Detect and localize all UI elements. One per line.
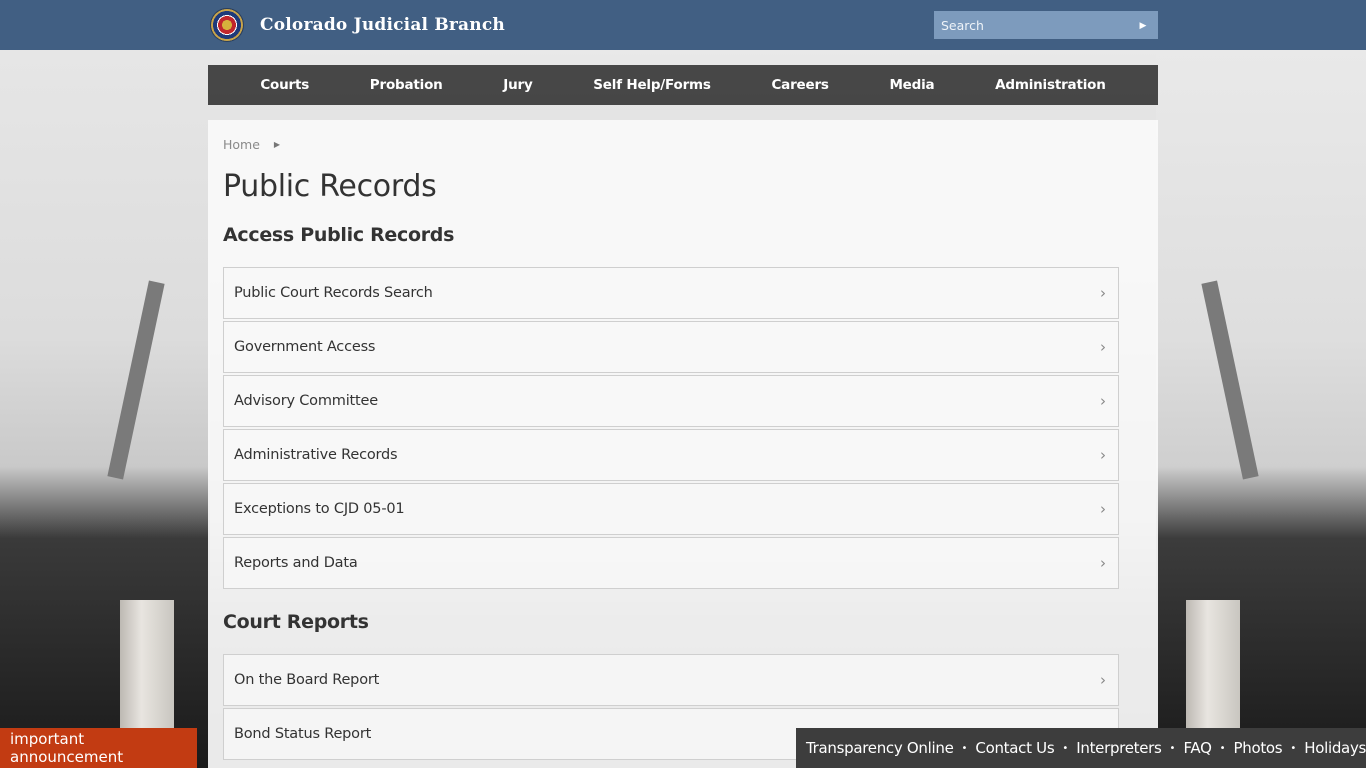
nav-item-careers[interactable]: Careers: [771, 77, 828, 93]
list-item-label: On the Board Report: [234, 672, 380, 688]
separator-dot: •: [1062, 742, 1069, 754]
search-form: ▶: [934, 11, 1158, 39]
nav-item-probation[interactable]: Probation: [370, 77, 443, 93]
footer-link-transparency-online[interactable]: Transparency Online: [806, 739, 954, 757]
footer-link-faq[interactable]: FAQ: [1183, 739, 1211, 757]
footer-link-interpreters[interactable]: Interpreters: [1076, 739, 1162, 757]
chevron-right-icon: ›: [1100, 338, 1106, 356]
separator-dot: •: [1290, 742, 1297, 754]
list-item-exceptions-to-cjd-05-01[interactable]: Exceptions to CJD 05-01 ›: [223, 483, 1119, 535]
search-submit-button[interactable]: ▶: [1128, 11, 1158, 39]
nav-item-media[interactable]: Media: [889, 77, 934, 93]
nav-item-self-help-forms[interactable]: Self Help/Forms: [593, 77, 711, 93]
list-item-reports-and-data[interactable]: Reports and Data ›: [223, 537, 1119, 589]
caret-right-icon: ▶: [273, 140, 281, 149]
list-item-on-the-board-report[interactable]: On the Board Report ›: [223, 654, 1119, 706]
nav-item-courts[interactable]: Courts: [260, 77, 309, 93]
list-item-label: Reports and Data: [234, 555, 358, 571]
nav-item-jury[interactable]: Jury: [503, 77, 532, 93]
list-item-government-access[interactable]: Government Access ›: [223, 321, 1119, 373]
footer-link-contact-us[interactable]: Contact Us: [975, 739, 1054, 757]
site-header: Colorado Judicial Branch ▶: [0, 0, 1366, 50]
chevron-right-icon: ›: [1100, 671, 1106, 689]
chevron-right-icon: ›: [1100, 500, 1106, 518]
separator-dot: •: [1169, 742, 1176, 754]
content-panel: Home ▶ Public Records Access Public Reco…: [208, 120, 1158, 768]
search-input[interactable]: [934, 11, 1128, 39]
list-item-label: Administrative Records: [234, 447, 398, 463]
footer-link-photos[interactable]: Photos: [1234, 739, 1283, 757]
separator-dot: •: [961, 742, 968, 754]
important-announcement-button[interactable]: important announcement: [0, 728, 197, 768]
chevron-right-icon: ›: [1100, 554, 1106, 572]
list-item-label: Advisory Committee: [234, 393, 378, 409]
list-item-advisory-committee[interactable]: Advisory Committee ›: [223, 375, 1119, 427]
chevron-right-icon: ›: [1100, 446, 1106, 464]
page-title: Public Records: [223, 169, 437, 204]
list-item-administrative-records[interactable]: Administrative Records ›: [223, 429, 1119, 481]
list-item-label: Bond Status Report: [234, 726, 372, 742]
brand-home-link[interactable]: Colorado Judicial Branch: [210, 8, 505, 42]
nav-item-administration[interactable]: Administration: [995, 77, 1106, 93]
access-public-records-list: Public Court Records Search › Government…: [223, 267, 1119, 589]
list-item-label: Government Access: [234, 339, 376, 355]
list-item-label: Exceptions to CJD 05-01: [234, 501, 405, 517]
breadcrumb-home[interactable]: Home: [223, 137, 260, 152]
background-wall-left: [0, 50, 210, 768]
separator-dot: •: [1219, 742, 1226, 754]
chevron-right-icon: ›: [1100, 392, 1106, 410]
main-nav: Courts Probation Jury Self Help/Forms Ca…: [208, 65, 1158, 105]
section-title-access-public-records: Access Public Records: [223, 224, 455, 246]
site-title: Colorado Judicial Branch: [260, 15, 505, 35]
chevron-right-icon: ›: [1100, 284, 1106, 302]
section-title-court-reports: Court Reports: [223, 611, 369, 633]
list-item-label: Public Court Records Search: [234, 285, 433, 301]
list-item-public-court-records-search[interactable]: Public Court Records Search ›: [223, 267, 1119, 319]
arrow-right-icon: ▶: [1139, 19, 1147, 30]
colorado-courts-seal-icon: [210, 8, 244, 42]
footer-quick-links: Transparency Online • Contact Us • Inter…: [796, 728, 1366, 768]
breadcrumb: Home ▶: [223, 137, 1143, 152]
footer-link-holidays[interactable]: Holidays: [1304, 739, 1366, 757]
